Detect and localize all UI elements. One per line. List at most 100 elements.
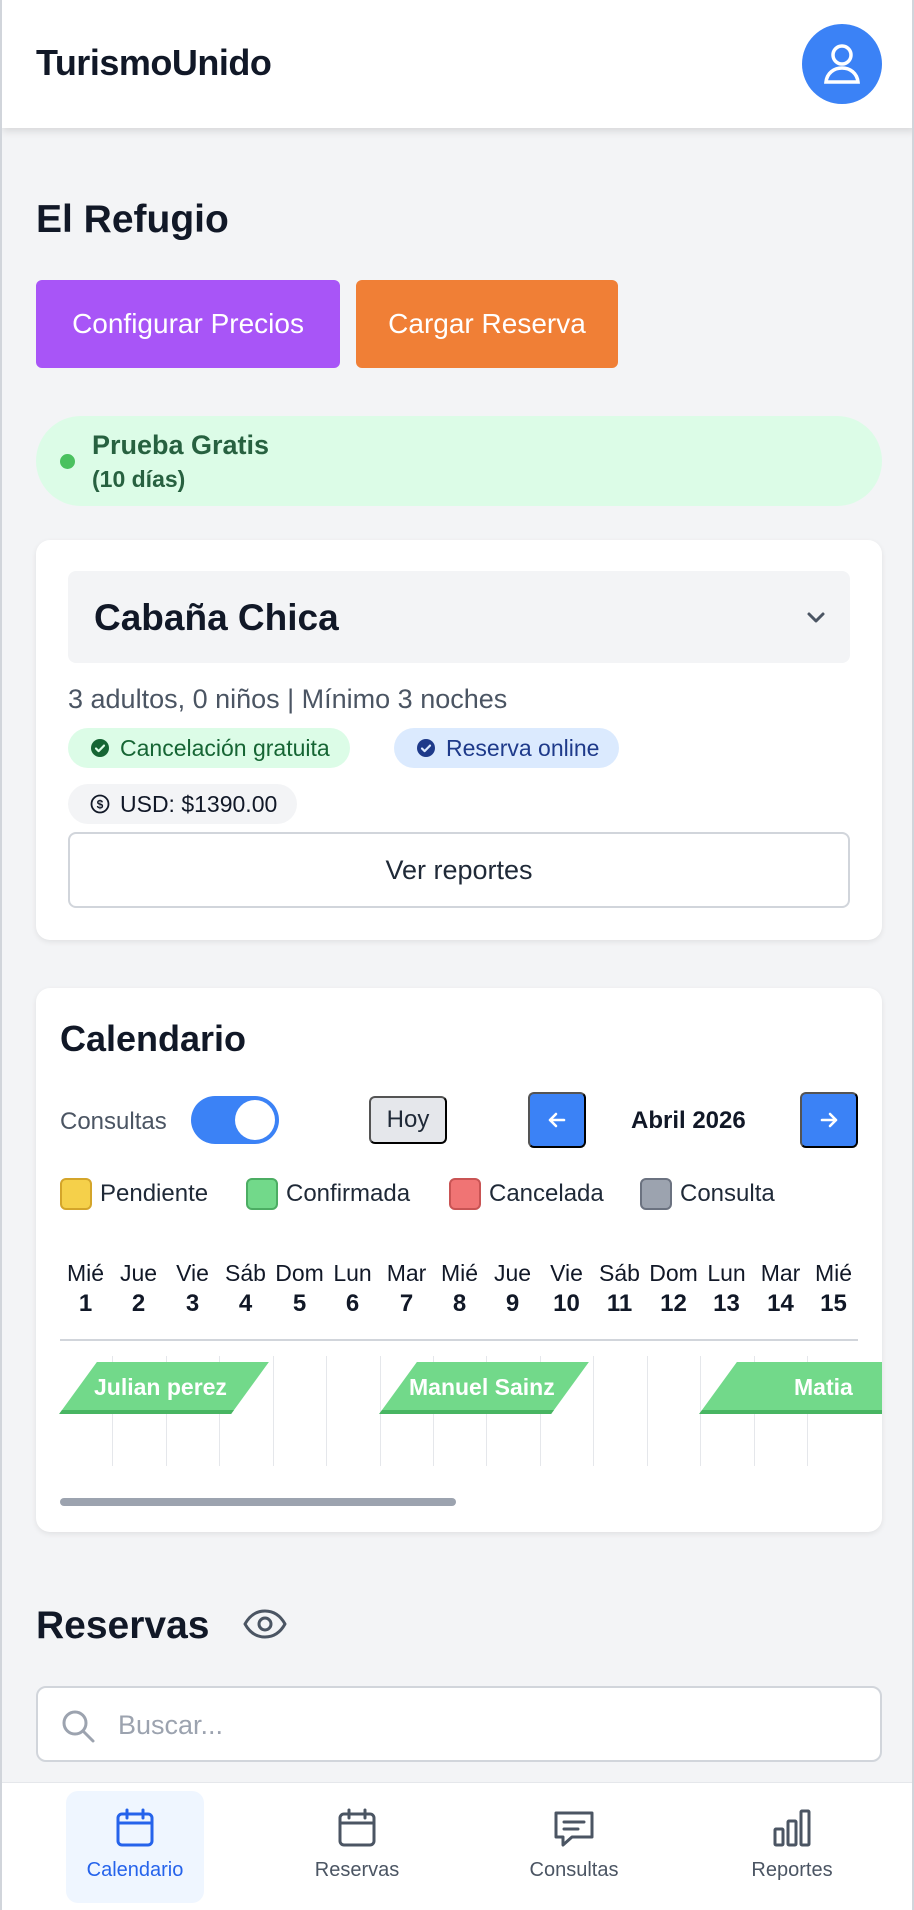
day-header[interactable]: Mié 15 bbox=[807, 1260, 860, 1318]
legend-cancelled: Cancelada bbox=[449, 1178, 604, 1210]
tab-reservas[interactable]: Reservas bbox=[288, 1791, 426, 1903]
day-number: 13 bbox=[713, 1290, 740, 1317]
day-header[interactable]: Sáb 11 bbox=[593, 1260, 646, 1318]
day-number: 14 bbox=[767, 1290, 794, 1317]
view-reports-button[interactable]: Ver reportes bbox=[68, 832, 850, 908]
calendar-icon bbox=[116, 1808, 154, 1847]
day-number: 4 bbox=[238, 1290, 253, 1317]
legend-label-cancelled: Cancelada bbox=[489, 1180, 604, 1207]
app-brand: TurismoUnido bbox=[36, 42, 272, 83]
search-input[interactable] bbox=[118, 1702, 818, 1748]
eye-icon[interactable] bbox=[242, 1604, 288, 1644]
tab-label: Reportes bbox=[751, 1859, 833, 1881]
user-icon bbox=[824, 44, 860, 84]
tab-reportes[interactable]: Reportes bbox=[723, 1791, 861, 1903]
consultas-toggle-label: Consultas bbox=[60, 1108, 167, 1135]
today-button[interactable]: Hoy bbox=[369, 1096, 447, 1144]
legend-label-confirmed: Confirmada bbox=[286, 1180, 411, 1207]
chat-icon bbox=[554, 1811, 594, 1847]
dollar-circle-icon: $ bbox=[90, 794, 110, 814]
tab-calendario[interactable]: Calendario bbox=[66, 1791, 204, 1903]
bar-chart-icon bbox=[773, 1809, 811, 1847]
day-number: 15 bbox=[820, 1290, 847, 1317]
day-number: 2 bbox=[131, 1290, 146, 1317]
day-header[interactable]: Mié 1 bbox=[59, 1260, 112, 1318]
day-number: 11 bbox=[606, 1290, 633, 1317]
unit-selected-name: Cabaña Chica bbox=[94, 597, 339, 638]
tab-consultas[interactable]: Consultas bbox=[505, 1791, 643, 1903]
trial-banner: Prueba Gratis (10 días) bbox=[36, 416, 882, 506]
day-number: 6 bbox=[345, 1290, 360, 1317]
online-booking-badge: Reserva online bbox=[394, 728, 620, 768]
check-circle-icon bbox=[91, 739, 109, 757]
day-header[interactable]: Vie 3 bbox=[166, 1260, 219, 1318]
legend-swatch-inquiry bbox=[640, 1178, 672, 1210]
day-name: Lun bbox=[707, 1260, 746, 1286]
day-header[interactable]: Lun 6 bbox=[326, 1260, 379, 1318]
day-name: Mié bbox=[440, 1260, 479, 1286]
reservations-title: Reservas bbox=[36, 1604, 210, 1647]
unit-card: Cabaña Chica 3 adultos, 0 niños | Mínimo… bbox=[36, 540, 882, 940]
day-name: Mar bbox=[760, 1260, 801, 1286]
day-name: Vie bbox=[176, 1260, 209, 1286]
grid-line bbox=[647, 1356, 648, 1466]
trial-title: Prueba Gratis bbox=[92, 430, 270, 460]
legend-pending: Pendiente bbox=[60, 1178, 208, 1210]
day-header[interactable]: Lun 13 bbox=[700, 1260, 753, 1318]
consultas-toggle[interactable] bbox=[191, 1096, 279, 1144]
prev-month-button[interactable] bbox=[528, 1092, 586, 1148]
day-header[interactable]: Mié 8 bbox=[433, 1260, 486, 1318]
toggle-knob bbox=[235, 1100, 275, 1140]
calendar-icon bbox=[338, 1808, 376, 1847]
price-badge: $ USD: $1390.00 bbox=[68, 784, 298, 824]
search-icon bbox=[62, 1710, 95, 1743]
tab-label: Calendario bbox=[86, 1859, 184, 1881]
booking-bar-matia[interactable] bbox=[699, 1362, 882, 1414]
legend-inquiry: Consulta bbox=[640, 1178, 775, 1210]
calendar-title: Calendario bbox=[60, 1018, 247, 1059]
top-bar: TurismoUnido bbox=[2, 0, 912, 128]
day-number: 10 bbox=[553, 1290, 580, 1317]
legend-swatch-cancelled bbox=[449, 1178, 481, 1210]
day-number: 12 bbox=[660, 1290, 687, 1317]
day-header[interactable]: Mar 7 bbox=[380, 1260, 433, 1318]
calendar-divider bbox=[60, 1339, 858, 1341]
day-header[interactable]: Dom 5 bbox=[273, 1260, 326, 1318]
day-number: 9 bbox=[505, 1290, 520, 1317]
unit-capacity: 3 adultos, 0 niños | Mínimo 3 noches bbox=[68, 684, 508, 714]
free-cancellation-label: Cancelación gratuita bbox=[120, 734, 330, 761]
day-name: Dom bbox=[275, 1260, 324, 1286]
bottom-tab-bar: Calendario Reservas Consultas Reportes bbox=[2, 1782, 912, 1910]
day-name: Sáb bbox=[599, 1260, 640, 1286]
day-header[interactable]: Jue 9 bbox=[486, 1260, 539, 1318]
search-box bbox=[36, 1686, 882, 1762]
arrow-right-icon bbox=[820, 1112, 838, 1128]
calendar-scrollbar-thumb[interactable] bbox=[60, 1498, 456, 1506]
legend-swatch-confirmed bbox=[246, 1178, 278, 1210]
free-cancellation-badge: Cancelación gratuita bbox=[68, 728, 350, 768]
grid-line bbox=[326, 1356, 327, 1466]
arrow-left-icon bbox=[548, 1112, 566, 1128]
tab-label: Reservas bbox=[314, 1859, 400, 1881]
day-name: Jue bbox=[119, 1260, 158, 1286]
grid-line bbox=[273, 1356, 274, 1466]
load-booking-button[interactable]: Cargar Reserva bbox=[356, 280, 618, 368]
unit-select[interactable]: Cabaña Chica bbox=[68, 571, 850, 663]
day-number: 3 bbox=[185, 1290, 200, 1317]
day-number: 7 bbox=[399, 1290, 414, 1317]
trial-subtitle: (10 días) bbox=[92, 466, 186, 492]
day-number: 5 bbox=[292, 1290, 307, 1317]
day-header[interactable]: Jue 2 bbox=[112, 1260, 165, 1318]
legend-swatch-pending bbox=[60, 1178, 92, 1210]
day-header[interactable]: Dom 12 bbox=[647, 1260, 700, 1318]
day-header[interactable]: Sáb 4 bbox=[219, 1260, 272, 1318]
user-avatar-button[interactable] bbox=[802, 24, 882, 104]
next-month-button[interactable] bbox=[800, 1092, 858, 1148]
day-name: Mar bbox=[386, 1260, 427, 1286]
svg-text:$: $ bbox=[97, 798, 104, 812]
configure-prices-button[interactable]: Configurar Precios bbox=[36, 280, 340, 368]
current-month: Abril 2026 bbox=[631, 1107, 746, 1134]
day-header[interactable]: Vie 10 bbox=[540, 1260, 593, 1318]
booking-label-julian-perez: Julian perez bbox=[94, 1374, 227, 1400]
day-header[interactable]: Mar 14 bbox=[754, 1260, 807, 1318]
